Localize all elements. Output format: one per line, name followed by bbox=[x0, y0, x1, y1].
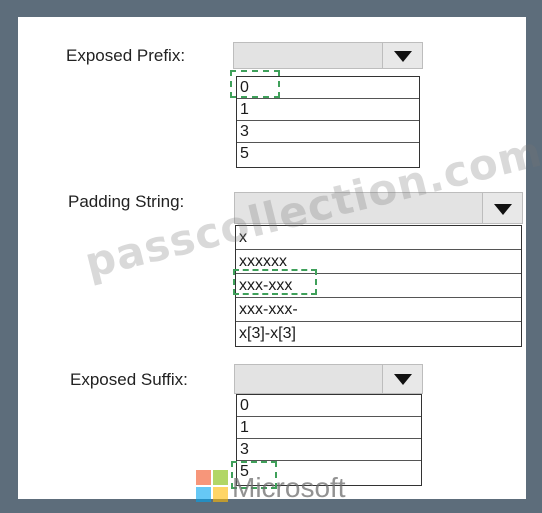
exposed-suffix-label: Exposed Suffix: bbox=[70, 370, 188, 389]
exposed-suffix-option[interactable]: 0 bbox=[237, 395, 421, 417]
caret-down-icon bbox=[394, 51, 412, 62]
caret-down-icon bbox=[394, 374, 412, 385]
exposed-prefix-dropdown[interactable] bbox=[233, 42, 423, 69]
padding-string-option[interactable]: xxx-xxx- bbox=[236, 298, 521, 322]
exposed-suffix-option[interactable]: 1 bbox=[237, 417, 421, 439]
exposed-prefix-label: Exposed Prefix: bbox=[66, 46, 186, 65]
selected-answer-marker bbox=[230, 70, 280, 98]
exposed-prefix-option[interactable]: 1 bbox=[237, 99, 419, 121]
padding-string-label: Padding String: bbox=[68, 192, 185, 211]
caret-down-icon bbox=[494, 204, 512, 215]
exposed-prefix-option[interactable]: 3 bbox=[237, 121, 419, 143]
exposed-prefix-dropdown-button[interactable] bbox=[382, 43, 422, 68]
exposed-suffix-dropdown-button[interactable] bbox=[382, 365, 422, 393]
exposed-suffix-dropdown[interactable] bbox=[234, 364, 423, 394]
microsoft-logo-icon bbox=[196, 470, 228, 502]
microsoft-logo-text: Microsoft bbox=[232, 472, 346, 503]
exposed-suffix-option[interactable]: 3 bbox=[237, 439, 421, 461]
selected-answer-marker bbox=[233, 269, 317, 295]
padding-string-dropdown-button[interactable] bbox=[482, 193, 522, 223]
padding-string-option[interactable]: x[3]-x[3] bbox=[236, 322, 521, 346]
